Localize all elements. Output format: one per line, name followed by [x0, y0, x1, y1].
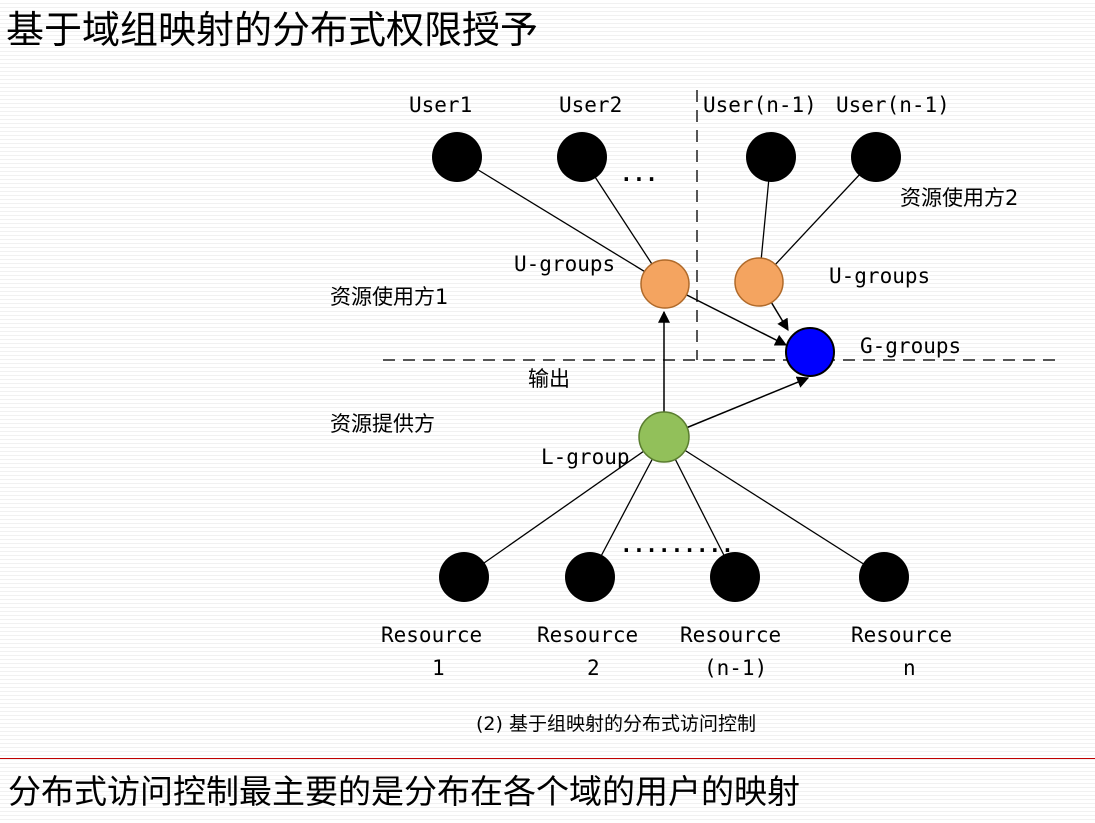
u-groups-left-label: U-groups — [514, 252, 615, 276]
user-node-2 — [557, 132, 607, 182]
u-groups-right-label: U-groups — [829, 264, 930, 288]
resource-node-n1 — [710, 552, 760, 602]
l-group-node — [638, 411, 690, 463]
resource-index-2: 2 — [587, 656, 600, 680]
resources-ellipsis: ......... — [620, 533, 734, 557]
domain-group-mapping-diagram: User1 User2 User(n-1) User(n-1) ... 资源使用… — [330, 90, 1062, 735]
user-label-1: User1 — [409, 93, 472, 117]
resource-index-n: n — [903, 656, 916, 680]
user-node-1 — [432, 132, 482, 182]
user-label-n1: User(n-1) — [703, 93, 817, 117]
resource-node-n — [859, 552, 909, 602]
resource-label-n1: Resource — [680, 623, 781, 647]
resource-index-n1: (n-1) — [704, 656, 767, 680]
resource-provider-label: 资源提供方 — [330, 412, 435, 436]
bottom-statement: 分布式访问控制最主要的是分布在各个域的用户的映射 — [8, 772, 800, 811]
output-label: 输出 — [528, 367, 570, 391]
resource-label-1: Resource — [381, 623, 482, 647]
user-label-n2: User(n-1) — [836, 93, 950, 117]
resource-label-2: Resource — [537, 623, 638, 647]
resource-label-n: Resource — [851, 623, 952, 647]
resource-node-1 — [439, 552, 489, 602]
bottom-divider — [0, 758, 1095, 759]
l-group-label: L-group — [541, 445, 630, 469]
user-label-2: User2 — [559, 93, 622, 117]
diagram-caption: (2) 基于组映射的分布式访问控制 — [476, 713, 756, 735]
user-node-n2 — [851, 132, 901, 182]
resource-index-1: 1 — [432, 656, 445, 680]
user-node-n1 — [746, 132, 796, 182]
g-groups-label: G-groups — [860, 334, 961, 358]
u-groups-node-left — [640, 259, 690, 309]
u-groups-node-right — [734, 257, 784, 307]
resource-user-1-label: 资源使用方1 — [330, 285, 448, 309]
g-groups-node — [785, 327, 835, 377]
resource-user-2-label: 资源使用方2 — [900, 186, 1018, 210]
users-ellipsis: ... — [620, 162, 658, 186]
resource-node-2 — [565, 552, 615, 602]
